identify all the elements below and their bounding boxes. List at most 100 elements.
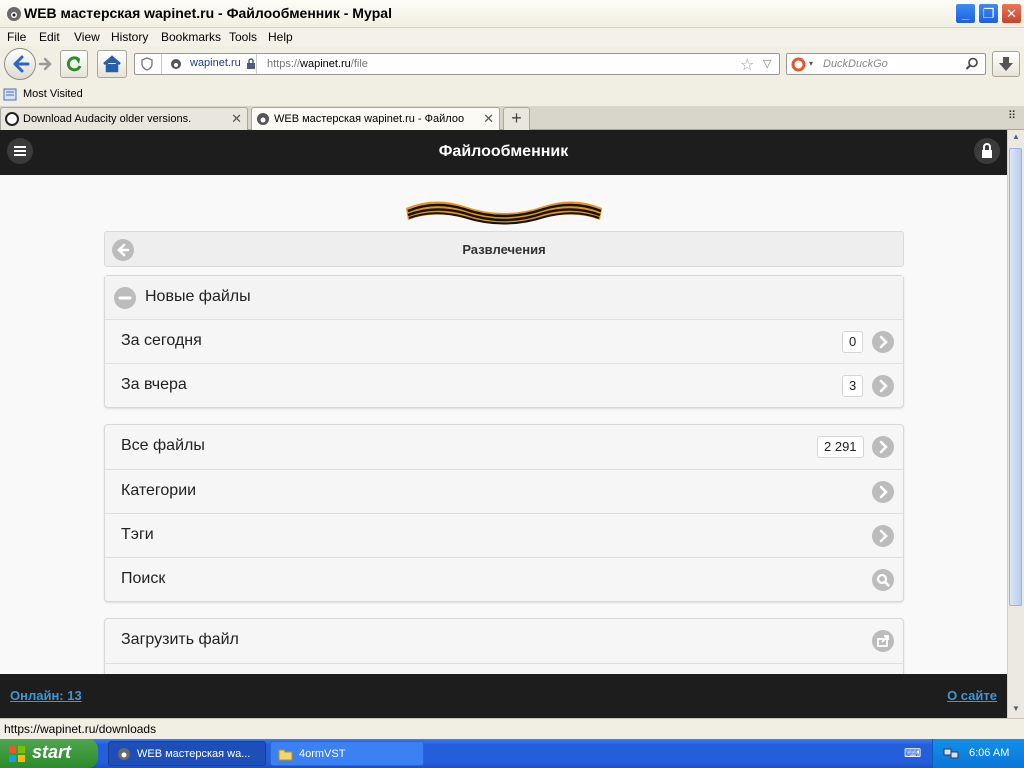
scroll-up-icon[interactable]: ▲ [1012, 132, 1020, 141]
new-files-header[interactable]: Новые файлы [105, 276, 903, 320]
start-label: start [32, 742, 72, 762]
st-george-ribbon-logo [406, 201, 602, 225]
window-title-bar[interactable]: WEB мастерская wapinet.ru - Файлообменни… [0, 0, 1024, 28]
folder-icon [278, 749, 293, 761]
arrow-right-icon [872, 331, 894, 353]
site-footer: Онлайн: 13 О сайте [0, 674, 1007, 718]
tab-close-icon[interactable]: ✕ [231, 111, 242, 127]
bookmark-star-icon[interactable]: ☆ [740, 55, 754, 75]
windows-logo-icon [9, 746, 25, 762]
home-icon [103, 55, 121, 73]
url-bar[interactable]: wapinet.ru https://wapinet.ru/file ☆ ▽ [134, 53, 780, 75]
list-item-label: Категории [121, 482, 197, 499]
login-button[interactable] [974, 138, 1000, 164]
url-path: /file [350, 58, 368, 70]
arrow-right-icon [872, 375, 894, 397]
list-item-tags[interactable]: Тэги [105, 513, 903, 557]
network-icon[interactable] [943, 746, 959, 760]
lock-icon [982, 143, 992, 158]
menu-view[interactable]: View [74, 30, 100, 44]
url-text[interactable]: https://wapinet.ru/file [267, 58, 368, 70]
url-scheme: https:// [267, 58, 301, 70]
download-arrow-icon [999, 57, 1013, 71]
forward-arrow-icon [38, 57, 52, 71]
windows-taskbar: start WEB мастерская wa... 4ormVST ⌨ 6:0… [0, 739, 1024, 768]
tab-favicon-icon [5, 112, 19, 126]
breadcrumb: Развлечения [104, 231, 904, 267]
list-item-label: За сегодня [121, 332, 202, 349]
scroll-down-icon[interactable]: ▼ [1012, 704, 1020, 713]
keyboard-icon[interactable]: ⌨ [904, 746, 921, 760]
tab-wapinet[interactable]: WEB мастерская wapinet.ru - Файлообм... … [251, 107, 500, 130]
back-arrow-icon [13, 55, 30, 73]
scrollbar-thumb[interactable] [1009, 148, 1022, 606]
reload-icon [66, 56, 82, 72]
file-menu-section: Все файлы 2 291 Категории Тэги Поиск [104, 424, 904, 602]
downloads-button[interactable] [992, 51, 1020, 77]
close-window-button[interactable]: ✕ [1001, 3, 1022, 24]
site-identity[interactable]: wapinet.ru [161, 54, 257, 74]
new-tab-button[interactable]: + [503, 107, 530, 130]
forward-button[interactable] [36, 54, 56, 74]
tab-strip: Download Audacity older versions. ✕ WEB … [0, 106, 1024, 130]
mypal-app-icon [7, 7, 21, 21]
reload-button[interactable] [60, 50, 88, 78]
tab-close-icon[interactable]: ✕ [483, 111, 494, 127]
collapse-icon [114, 287, 136, 309]
menu-help[interactable]: Help [268, 30, 293, 44]
back-button[interactable] [4, 48, 36, 80]
search-box[interactable]: ▾ DuckDuckGo [786, 53, 986, 75]
list-item-categories[interactable]: Категории [105, 469, 903, 513]
menu-tools[interactable]: Tools [229, 30, 257, 44]
arrow-right-icon [872, 436, 894, 458]
status-text: https://wapinet.ru/downloads [4, 722, 157, 736]
url-dropdown-icon[interactable]: ▽ [763, 57, 771, 70]
tab-label: Download Audacity older versions. [23, 113, 192, 125]
maximize-button[interactable]: ❐ [978, 3, 999, 24]
system-tray: 6:06 AM [932, 739, 1024, 768]
taskbar-item-label: 4ormVST [299, 748, 346, 760]
count-badge: 0 [842, 331, 864, 353]
taskbar-item-label: WEB мастерская wa... [137, 748, 251, 760]
tab-favicon-icon [257, 113, 269, 125]
about-site-link[interactable]: О сайте [947, 688, 997, 703]
most-visited-bookmark[interactable]: Most Visited [3, 87, 103, 103]
search-icon[interactable] [965, 57, 979, 71]
tab-audacity[interactable]: Download Audacity older versions. ✕ [0, 107, 248, 130]
menu-edit[interactable]: Edit [39, 30, 60, 44]
list-item-all-files[interactable]: Все файлы 2 291 [105, 425, 903, 469]
start-button[interactable]: start [0, 739, 98, 768]
list-item-today[interactable]: За сегодня 0 [105, 319, 903, 363]
list-item-search[interactable]: Поиск [105, 557, 903, 601]
menu-file[interactable]: File [7, 30, 26, 44]
page-title: Файлообменник [438, 143, 569, 160]
list-item-yesterday[interactable]: За вчера 3 [105, 363, 903, 407]
menu-bar: File Edit View History Bookmarks Tools H… [0, 28, 1024, 46]
search-engine-dropdown-icon[interactable]: ▾ [809, 59, 813, 68]
list-item-label: Поиск [121, 570, 166, 587]
url-host: wapinet.ru [300, 58, 351, 70]
list-item-label: Тэги [121, 526, 154, 543]
minimize-button[interactable]: _ [955, 3, 976, 24]
list-item-label: Все файлы [121, 437, 205, 454]
taskbar-item-browser[interactable]: WEB мастерская wa... [108, 741, 266, 766]
list-item-upload[interactable]: Загрузить файл [105, 619, 903, 663]
site-identity-label: wapinet.ru [190, 57, 241, 69]
tab-list-icon[interactable]: ⠿ [1008, 109, 1016, 122]
site-header: Файлообменник [0, 130, 1007, 175]
most-visited-label: Most Visited [23, 88, 83, 100]
count-badge: 2 291 [817, 436, 864, 458]
list-item-label: Загрузить файл [121, 631, 239, 648]
menu-history[interactable]: History [111, 30, 148, 44]
online-count-link[interactable]: Онлайн: 13 [10, 688, 82, 703]
home-button[interactable] [97, 50, 127, 78]
taskbar-item-folder[interactable]: 4ormVST [270, 741, 424, 766]
new-files-section: Новые файлы За сегодня 0 За вчера 3 [104, 275, 904, 408]
new-files-title: Новые файлы [145, 288, 251, 305]
menu-bookmarks[interactable]: Bookmarks [161, 30, 221, 44]
shield-icon [141, 57, 153, 71]
count-badge: 3 [842, 375, 864, 397]
web-page: Файлообменник Развлечения Новые файлы За… [0, 130, 1007, 718]
list-item-label: За вчера [121, 376, 187, 393]
arrow-right-icon [872, 481, 894, 503]
